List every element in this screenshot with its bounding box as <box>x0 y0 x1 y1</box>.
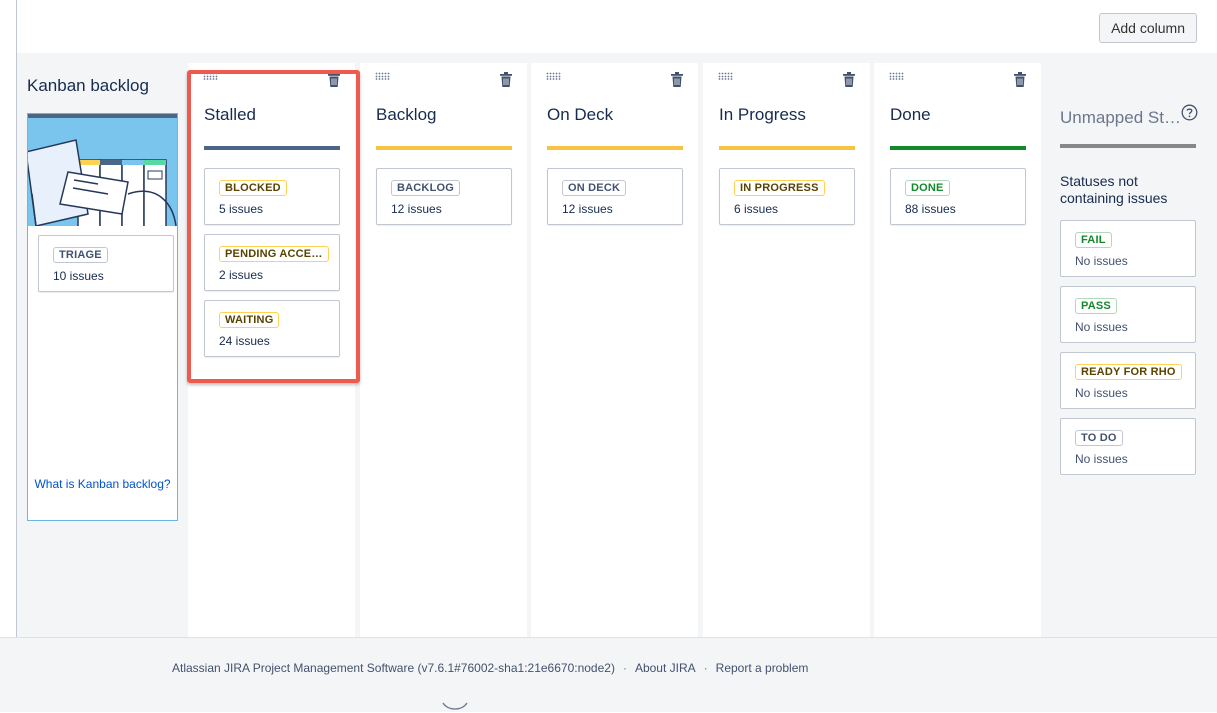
column-title: Done <box>890 105 931 124</box>
kanban-backlog-panel: TRIAGE 10 issues What is Kanban backlog? <box>27 113 178 521</box>
trash-icon[interactable] <box>671 72 683 87</box>
add-column-button[interactable]: Add column <box>1099 13 1197 43</box>
kanban-backlog-title: Kanban backlog <box>27 76 149 95</box>
status-card-triage[interactable]: TRIAGE 10 issues <box>38 235 174 292</box>
unmapped-status-card-ready-for-rho[interactable]: READY FOR RHO No issues <box>1060 352 1196 409</box>
unmapped-status-bar <box>1060 144 1196 148</box>
issue-count: 88 issues <box>905 202 956 216</box>
issue-count: 12 issues <box>562 202 613 216</box>
status-card-on-deck[interactable]: ON DECK 12 issues <box>547 168 683 225</box>
column-stalled[interactable]: Stalled BLOCKED 5 issues PENDING ACCE… 2… <box>188 63 355 637</box>
drag-handle-icon[interactable] <box>546 72 562 80</box>
status-lozenge: WAITING <box>219 312 280 328</box>
trash-icon[interactable] <box>500 72 512 87</box>
status-lozenge: TO DO <box>1075 430 1123 446</box>
status-lozenge: BLOCKED <box>219 180 287 196</box>
issue-count: 2 issues <box>219 268 264 282</box>
issue-count: 24 issues <box>219 334 270 348</box>
status-card-done[interactable]: DONE 88 issues <box>890 168 1026 225</box>
column-done[interactable]: Done DONE 88 issues <box>874 63 1041 637</box>
status-card-in-progress[interactable]: IN PROGRESS 6 issues <box>719 168 855 225</box>
help-icon[interactable] <box>1181 104 1198 121</box>
atlassian-logo-icon <box>442 702 468 710</box>
status-card-waiting[interactable]: WAITING 24 issues <box>204 300 340 357</box>
issue-count: 5 issues <box>219 202 264 216</box>
status-lozenge: READY FOR RHO <box>1075 364 1182 380</box>
footer-separator: · <box>622 661 627 675</box>
column-title: Backlog <box>376 105 437 124</box>
trash-icon[interactable] <box>1014 72 1026 87</box>
unmapped-statuses-title: Unmapped St… <box>1060 108 1181 127</box>
column-status-bar <box>376 146 512 150</box>
column-title: On Deck <box>547 105 614 124</box>
footer-software-version: Atlassian JIRA Project Management Softwa… <box>172 661 615 675</box>
kanban-backlog-illustration <box>28 114 177 226</box>
column-backlog[interactable]: Backlog BACKLOG 12 issues <box>360 63 527 637</box>
trash-icon[interactable] <box>843 72 855 87</box>
column-on-deck[interactable]: On Deck ON DECK 12 issues <box>531 63 698 637</box>
issue-count: No issues <box>1075 320 1128 334</box>
footer-links: Atlassian JIRA Project Management Softwa… <box>172 661 808 675</box>
issue-count: No issues <box>1075 254 1128 268</box>
drag-handle-icon[interactable] <box>203 72 219 80</box>
column-title: Stalled <box>204 105 256 124</box>
about-jira-link[interactable]: About JIRA <box>635 661 696 675</box>
issue-count: 10 issues <box>53 269 104 283</box>
status-card-pending-acceptance[interactable]: PENDING ACCE… 2 issues <box>204 234 340 291</box>
status-card-blocked[interactable]: BLOCKED 5 issues <box>204 168 340 225</box>
unmapped-subtitle: Statuses not containing issues <box>1060 173 1168 206</box>
unmapped-status-card-to-do[interactable]: TO DO No issues <box>1060 418 1196 475</box>
status-lozenge: PENDING ACCE… <box>219 246 329 262</box>
status-lozenge: TRIAGE <box>53 247 108 263</box>
what-is-kanban-backlog-link[interactable]: What is Kanban backlog? <box>28 476 177 493</box>
status-lozenge: ON DECK <box>562 180 627 196</box>
issue-count: 6 issues <box>734 202 779 216</box>
issue-count: 12 issues <box>391 202 442 216</box>
column-status-bar <box>204 146 340 150</box>
column-title: In Progress <box>719 105 806 124</box>
status-lozenge: BACKLOG <box>391 180 461 196</box>
column-config-board: Kanban backlog TRIAGE 10 issues What is … <box>17 53 1217 637</box>
status-lozenge: FAIL <box>1075 232 1112 248</box>
issue-count: No issues <box>1075 386 1128 400</box>
drag-handle-icon[interactable] <box>718 72 734 80</box>
footer-separator: · <box>703 661 708 675</box>
column-in-progress[interactable]: In Progress IN PROGRESS 6 issues <box>703 63 870 637</box>
column-status-bar <box>719 146 855 150</box>
status-lozenge: PASS <box>1075 298 1117 314</box>
drag-handle-icon[interactable] <box>375 72 391 80</box>
page-footer: Atlassian JIRA Project Management Softwa… <box>0 637 1217 712</box>
column-status-bar <box>890 146 1026 150</box>
issue-count: No issues <box>1075 452 1128 466</box>
drag-handle-icon[interactable] <box>889 72 905 80</box>
status-lozenge: IN PROGRESS <box>734 180 825 196</box>
column-status-bar <box>547 146 683 150</box>
status-card-backlog[interactable]: BACKLOG 12 issues <box>376 168 512 225</box>
trash-icon[interactable] <box>328 72 340 87</box>
report-problem-link[interactable]: Report a problem <box>716 661 809 675</box>
board-config-toolbar: Add column <box>17 0 1217 53</box>
status-lozenge: DONE <box>905 180 950 196</box>
unmapped-status-card-pass[interactable]: PASS No issues <box>1060 286 1196 343</box>
unmapped-status-card-fail[interactable]: FAIL No issues <box>1060 220 1196 277</box>
